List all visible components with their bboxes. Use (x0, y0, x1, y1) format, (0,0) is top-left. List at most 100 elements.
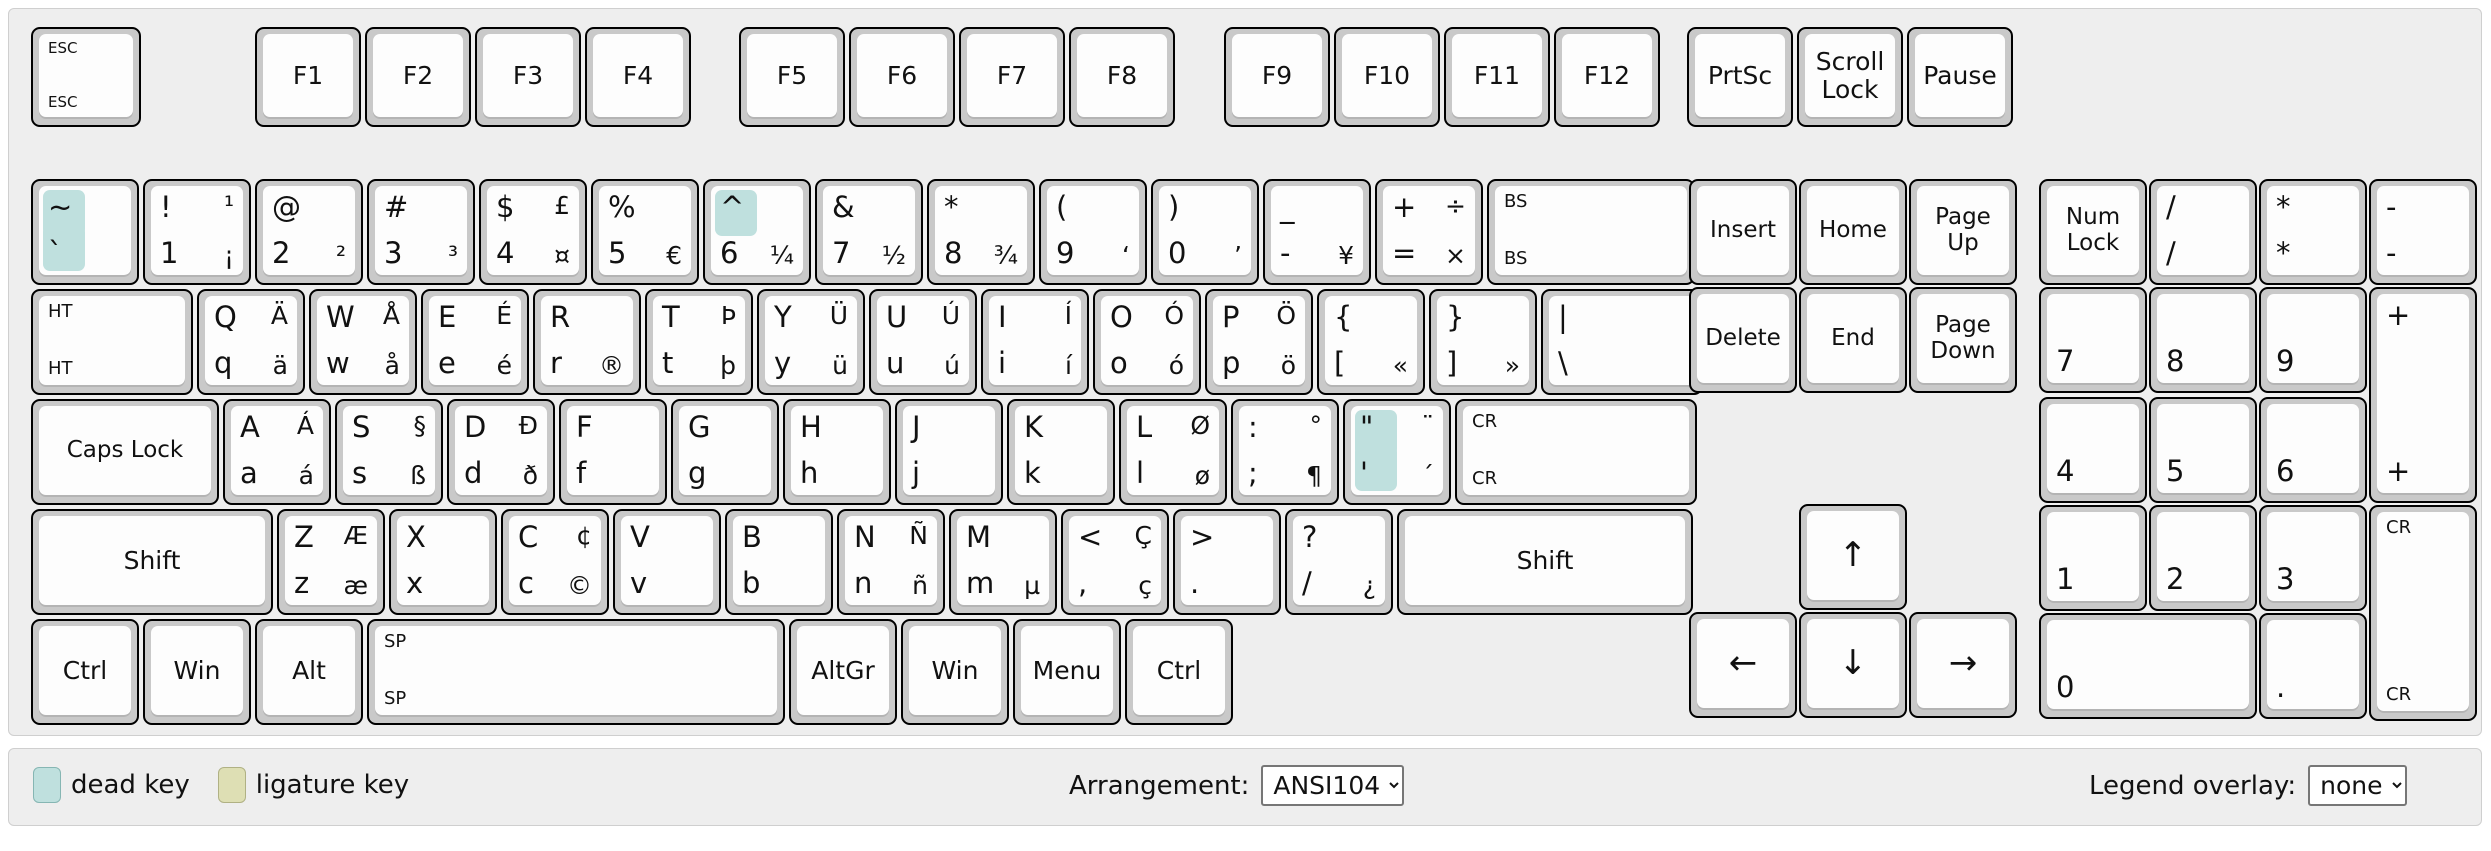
key-f5[interactable]: F5 (739, 27, 845, 127)
key-numpad9[interactable]: 9 (2259, 287, 2367, 393)
key-insert[interactable]: Insert (1689, 179, 1797, 285)
key-keyo[interactable]: O Óo ó (1093, 289, 1201, 395)
key-delete[interactable]: Delete (1689, 287, 1797, 393)
key-backquote[interactable]: ~ ` (31, 179, 139, 285)
key-keya[interactable]: A Áa á (223, 399, 331, 505)
key-altgr[interactable]: AltGr (789, 619, 897, 725)
key-semicolon[interactable]: : °; ¶ (1231, 399, 1339, 505)
key-numpad0[interactable]: 0 (2039, 613, 2257, 719)
key-numpad8[interactable]: 8 (2149, 287, 2257, 393)
key-numpad-divide[interactable]: / / (2149, 179, 2257, 285)
key-tab[interactable]: HT HT (31, 289, 193, 395)
key-space[interactable]: SP SP (367, 619, 785, 725)
key-keyi[interactable]: I Íi í (981, 289, 1089, 395)
key-numpad-multiply[interactable]: * * (2259, 179, 2367, 285)
key-keyu[interactable]: U Úu ú (869, 289, 977, 395)
key-backslash[interactable]: | \ (1541, 289, 1703, 395)
key-digit1[interactable]: ! ¹ 1 ¡ (143, 179, 251, 285)
key-enter[interactable]: CR CR (1455, 399, 1697, 505)
key-f11[interactable]: F11 (1444, 27, 1550, 127)
key-keye[interactable]: E Ée é (421, 289, 529, 395)
key-numlock[interactable]: Num Lock (2039, 179, 2147, 285)
key-f2[interactable]: F2 (365, 27, 471, 127)
key-pagedown[interactable]: Page Down (1909, 287, 2017, 393)
key-f3[interactable]: F3 (475, 27, 581, 127)
key-slash[interactable]: ? / ¿ (1285, 509, 1393, 615)
key-numpad4[interactable]: 4 (2039, 397, 2147, 503)
key-numpad3[interactable]: 3 (2259, 505, 2367, 611)
key-digit4[interactable]: $ £4 ¤ (479, 179, 587, 285)
key-ctrl-left[interactable]: Ctrl (31, 619, 139, 725)
key-arrow-left[interactable]: ← (1689, 612, 1797, 718)
key-numpad2[interactable]: 2 (2149, 505, 2257, 611)
key-escape[interactable]: ESC ESC (31, 27, 141, 127)
key-keyz[interactable]: ZÆz æ (277, 509, 385, 615)
key-keyk[interactable]: Kk (1007, 399, 1115, 505)
key-keyt[interactable]: T Þt þ (645, 289, 753, 395)
key-numpad6[interactable]: 6 (2259, 397, 2367, 503)
key-keyy[interactable]: Y Üy ü (757, 289, 865, 395)
key-keyl[interactable]: L Øl ø (1119, 399, 1227, 505)
key-numpad5[interactable]: 5 (2149, 397, 2257, 503)
key-keyw[interactable]: WÅw å (309, 289, 417, 395)
key-f10[interactable]: F10 (1334, 27, 1440, 127)
key-f9[interactable]: F9 (1224, 27, 1330, 127)
key-minus[interactable]: _ - ¥ (1263, 179, 1371, 285)
key-end[interactable]: End (1799, 287, 1907, 393)
key-digit3[interactable]: #3 ³ (367, 179, 475, 285)
key-keyc[interactable]: C ¢ c © (501, 509, 609, 615)
key-digit5[interactable]: % 5 € (591, 179, 699, 285)
key-keys[interactable]: S § s ß (335, 399, 443, 505)
key-home[interactable]: Home (1799, 179, 1907, 285)
key-keym[interactable]: Mmµ (949, 509, 1057, 615)
key-digit6[interactable]: ^ 6 ¼ (703, 179, 811, 285)
key-digit2[interactable]: @2 ² (255, 179, 363, 285)
key-win-right[interactable]: Win (901, 619, 1009, 725)
key-keyx[interactable]: Xx (389, 509, 497, 615)
key-numpad-enter[interactable]: CR CR (2369, 505, 2477, 721)
key-arrow-up[interactable]: ↑ (1799, 504, 1907, 610)
key-digit8[interactable]: * 8 ¾ (927, 179, 1035, 285)
legend-overlay-select[interactable]: none (2308, 765, 2408, 806)
key-scrolllock[interactable]: Scroll Lock (1797, 27, 1903, 127)
key-f1[interactable]: F1 (255, 27, 361, 127)
key-bracketright[interactable]: }] » (1429, 289, 1537, 395)
key-f8[interactable]: F8 (1069, 27, 1175, 127)
key-f4[interactable]: F4 (585, 27, 691, 127)
key-printscreen[interactable]: PrtSc (1687, 27, 1793, 127)
key-bracketleft[interactable]: {[« (1317, 289, 1425, 395)
key-keyp[interactable]: P Öp ö (1205, 289, 1313, 395)
key-numpad1[interactable]: 1 (2039, 505, 2147, 611)
key-capslock[interactable]: Caps Lock (31, 399, 219, 505)
key-alt-left[interactable]: Alt (255, 619, 363, 725)
key-arrow-right[interactable]: → (1909, 612, 2017, 718)
key-digit9[interactable]: (9 ‘ (1039, 179, 1147, 285)
key-equal[interactable]: + ÷ = × (1375, 179, 1483, 285)
key-shift-right[interactable]: Shift (1397, 509, 1693, 615)
key-numpad7[interactable]: 7 (2039, 287, 2147, 393)
key-comma[interactable]: < Ç, ç (1061, 509, 1169, 615)
key-menu[interactable]: Menu (1013, 619, 1121, 725)
key-digit0[interactable]: ) 0 ’ (1151, 179, 1259, 285)
key-backspace[interactable]: BS BS (1487, 179, 1695, 285)
key-keyv[interactable]: Vv (613, 509, 721, 615)
key-f12[interactable]: F12 (1554, 27, 1660, 127)
arrangement-select[interactable]: ANSI104 (1261, 765, 1405, 806)
key-keyr[interactable]: Rr ® (533, 289, 641, 395)
key-pageup[interactable]: Page Up (1909, 179, 2017, 285)
key-quote[interactable]: " ¨ ' ´ (1343, 399, 1451, 505)
key-keyn[interactable]: N Ñn ñ (837, 509, 945, 615)
key-arrow-down[interactable]: ↓ (1799, 612, 1907, 718)
key-numpad-add[interactable]: + + (2369, 287, 2477, 503)
key-f7[interactable]: F7 (959, 27, 1065, 127)
key-win-left[interactable]: Win (143, 619, 251, 725)
key-period[interactable]: >. (1173, 509, 1281, 615)
key-keyf[interactable]: Ff (559, 399, 667, 505)
key-numpad-subtract[interactable]: -- (2369, 179, 2477, 285)
key-keyb[interactable]: Bb (725, 509, 833, 615)
key-pause[interactable]: Pause (1907, 27, 2013, 127)
key-keyj[interactable]: Jj (895, 399, 1003, 505)
key-ctrl-right[interactable]: Ctrl (1125, 619, 1233, 725)
key-numpad-decimal[interactable]: . (2259, 613, 2367, 719)
key-keyg[interactable]: Gg (671, 399, 779, 505)
